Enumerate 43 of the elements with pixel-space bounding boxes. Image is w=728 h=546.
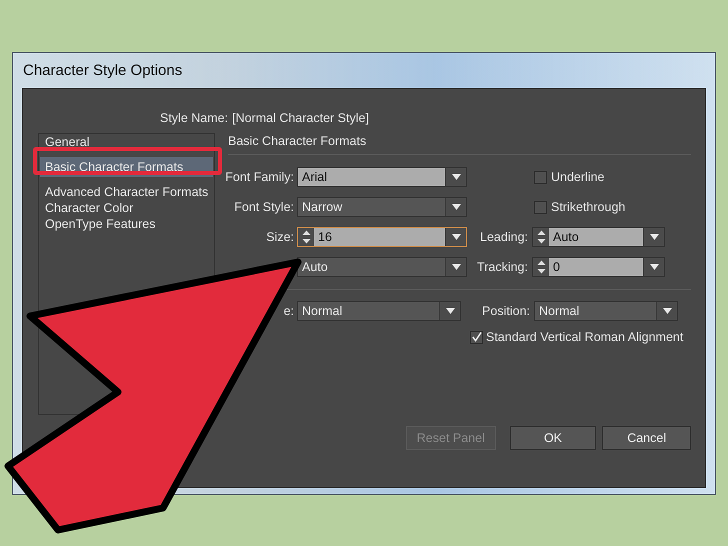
dropdown[interactable]: Arial xyxy=(297,167,467,187)
checkbox-label: Strikethrough xyxy=(551,200,626,214)
checkbox[interactable] xyxy=(534,200,547,214)
category-item[interactable]: Character Color xyxy=(40,200,213,216)
dialog-button[interactable]: OK xyxy=(510,426,596,450)
caret-icon xyxy=(650,264,658,270)
dialog-button[interactable]: Cancel xyxy=(602,426,691,450)
checkbox[interactable] xyxy=(470,330,483,344)
field-label: Size: xyxy=(265,230,294,244)
field-label: Tracking: xyxy=(476,260,528,274)
section-title: Basic Character Formats xyxy=(228,133,368,150)
spinner-icon xyxy=(536,230,546,244)
caret-icon xyxy=(452,234,460,240)
style-name-value: [Normal Character Style] xyxy=(232,111,369,125)
dropdown[interactable]: Normal xyxy=(534,301,678,321)
checkbox-label: Underline xyxy=(551,170,605,184)
caret-icon xyxy=(650,234,658,240)
dropdown[interactable]: Narrow xyxy=(297,197,467,217)
checkmark-icon xyxy=(471,331,482,343)
field-label: Position: xyxy=(482,304,530,318)
caret-icon xyxy=(662,308,672,314)
caret-icon xyxy=(446,308,454,314)
field-label: Font Family: xyxy=(224,170,294,184)
style-name-label: Style Name: xyxy=(160,111,228,125)
field-label: Leading: xyxy=(479,230,528,244)
window-title: Character Style Options xyxy=(23,62,182,79)
field-label: e: xyxy=(282,304,294,318)
dropdown[interactable]: Normal xyxy=(297,301,461,321)
spin-box[interactable]: 0 xyxy=(532,257,665,277)
checkbox-label: Standard Vertical Roman Alignment xyxy=(486,330,684,344)
spin-box[interactable]: 16 xyxy=(297,227,467,247)
spinner-icon xyxy=(536,260,546,274)
spin-box[interactable]: Auto xyxy=(532,227,665,247)
category-item[interactable]: Advanced Character Formats xyxy=(40,184,213,200)
category-item[interactable]: OpenType Features xyxy=(40,216,213,232)
dropdown[interactable]: Auto xyxy=(297,257,467,277)
category-item[interactable]: General xyxy=(40,134,213,150)
spinner-icon xyxy=(302,230,310,244)
caret-icon xyxy=(452,204,460,210)
checkbox[interactable] xyxy=(534,170,547,184)
field-label: Font Style: xyxy=(233,200,294,214)
caret-icon xyxy=(452,174,460,180)
caret-icon xyxy=(452,264,460,270)
